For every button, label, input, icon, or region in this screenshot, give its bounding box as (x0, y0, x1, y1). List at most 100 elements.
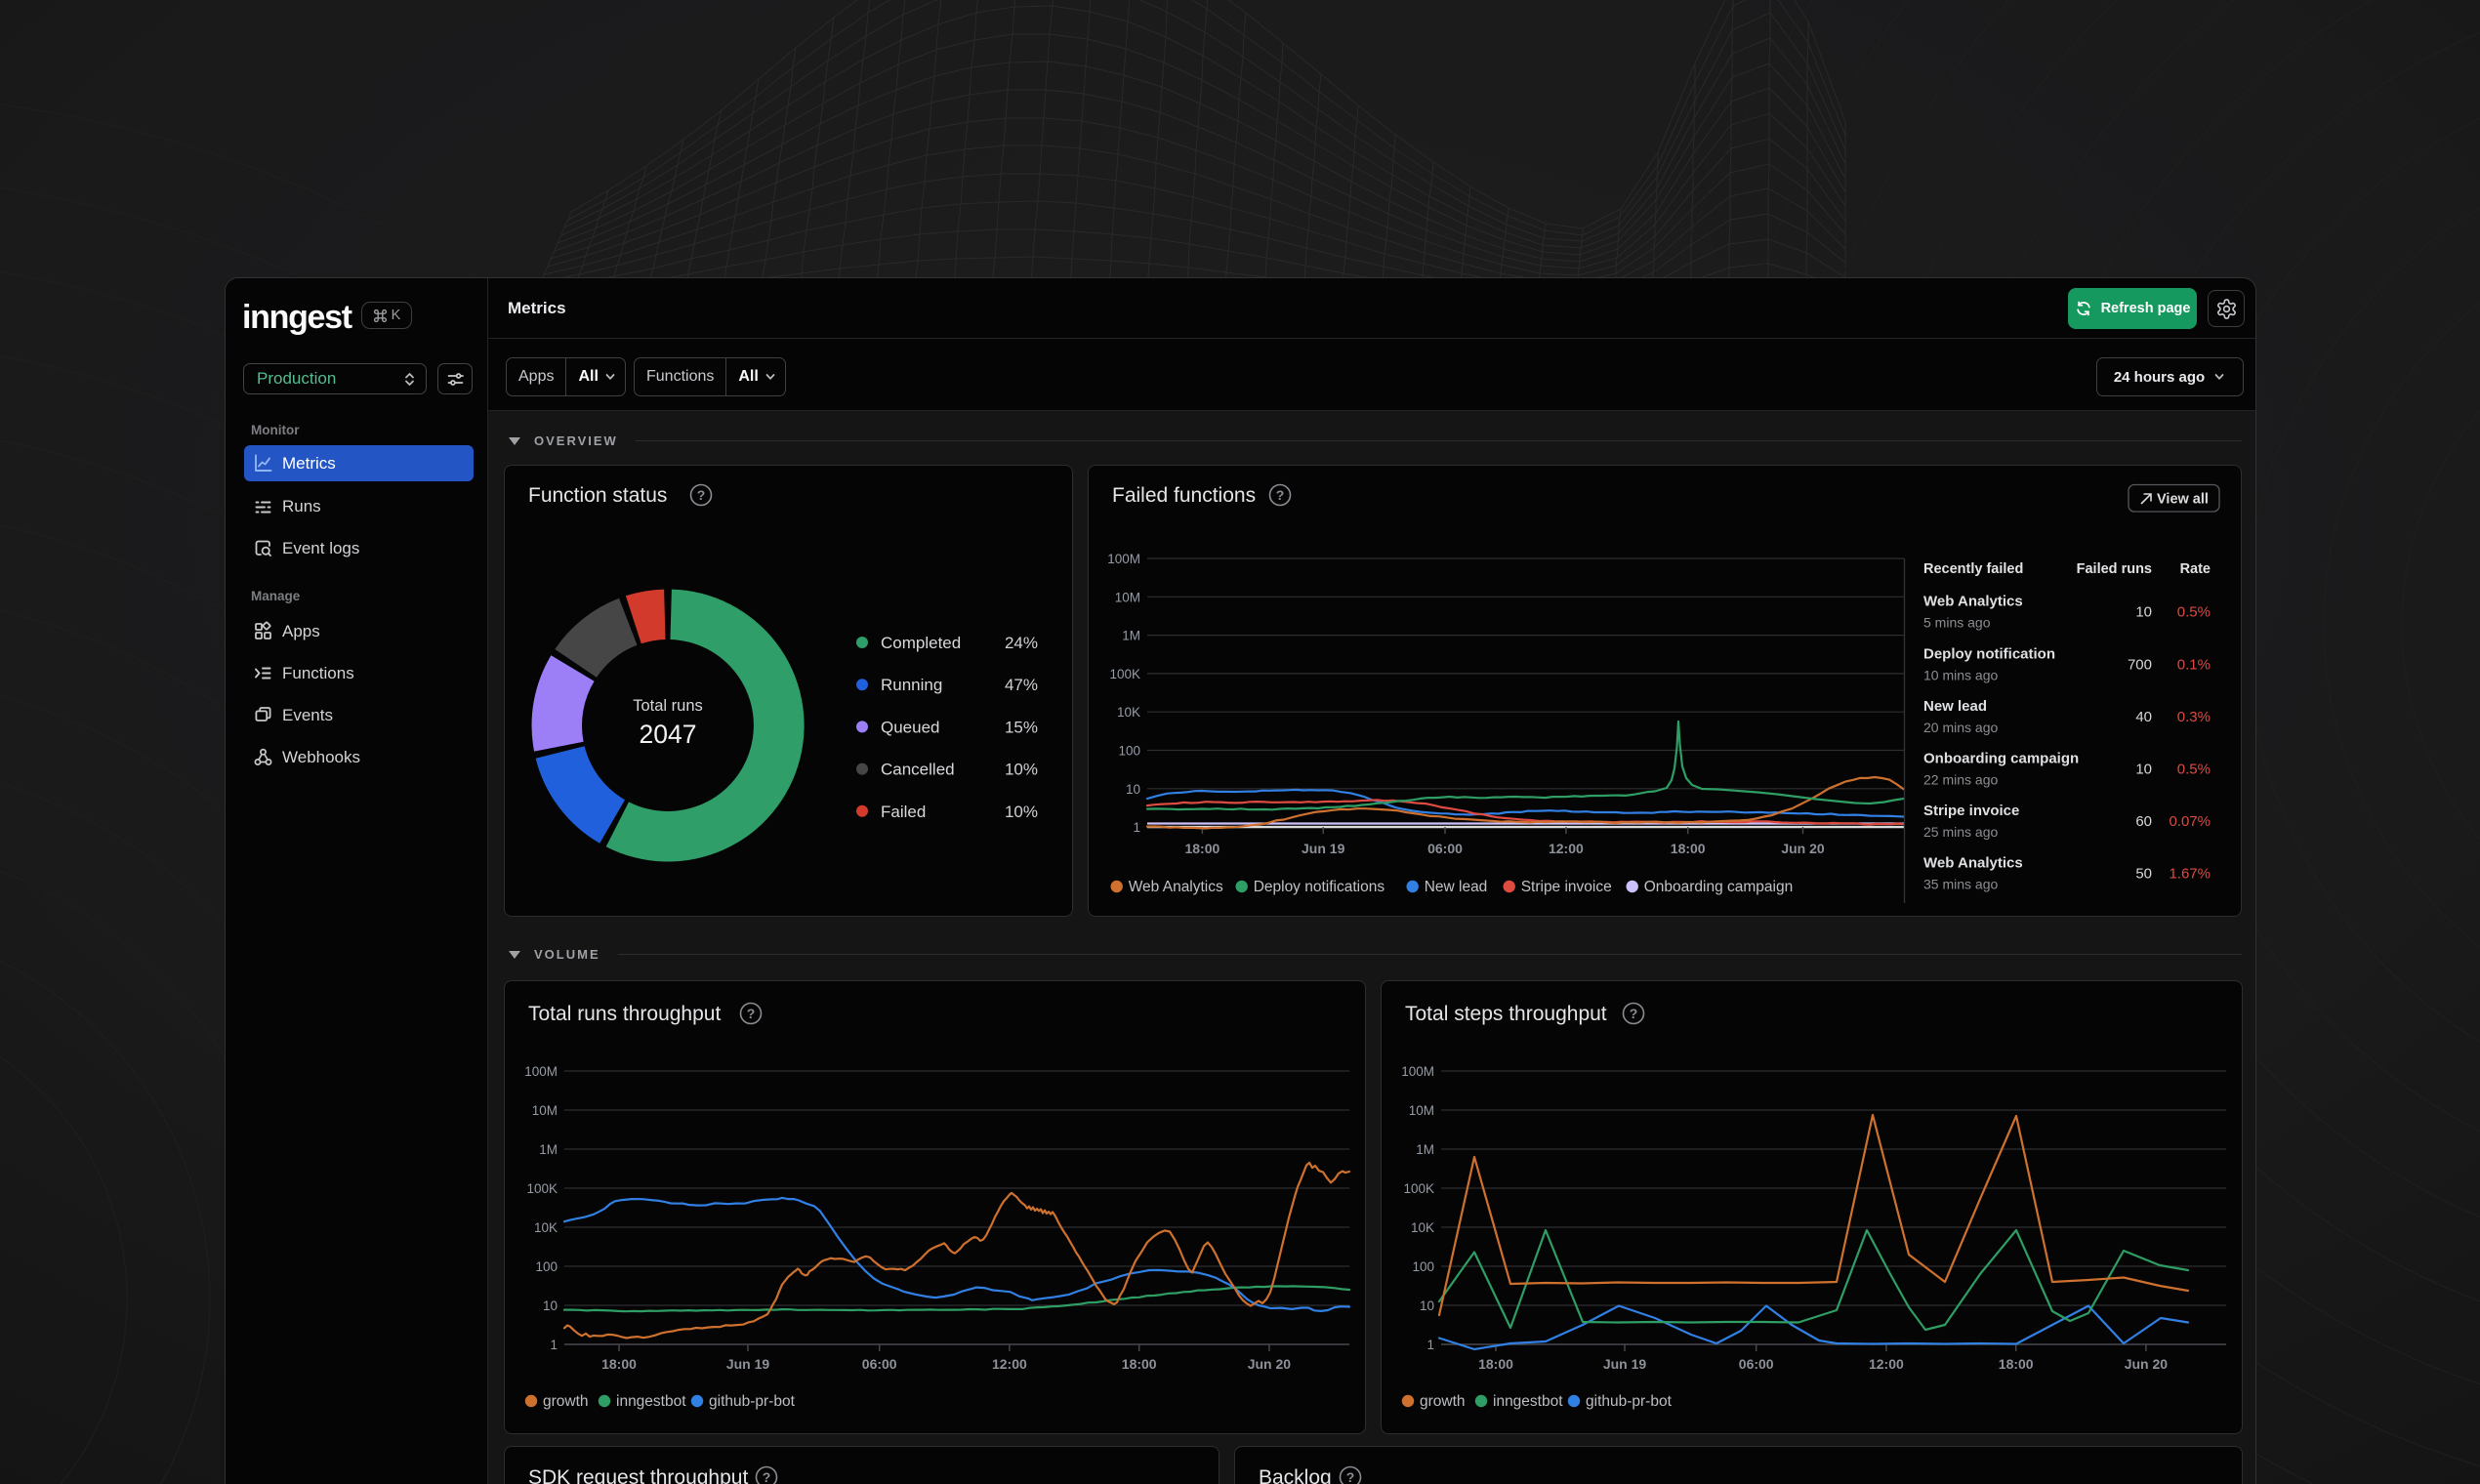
svg-text:12:00: 12:00 (1549, 841, 1584, 856)
svg-text:0.1%: 0.1% (2177, 656, 2211, 673)
svg-text:1: 1 (550, 1338, 558, 1352)
svg-text:inngestbot: inngestbot (616, 1393, 686, 1410)
svg-text:Deploy notifications: Deploy notifications (1254, 879, 1385, 895)
svg-text:Jun 20: Jun 20 (1781, 841, 1825, 856)
svg-text:10M: 10M (1115, 590, 1140, 604)
svg-text:Function status: Function status (528, 484, 667, 507)
svg-text:0.5%: 0.5% (2177, 762, 2211, 778)
svg-text:5 mins ago: 5 mins ago (1923, 615, 1991, 631)
svg-text:100: 100 (535, 1259, 558, 1274)
svg-text:?: ? (1630, 1006, 1638, 1021)
svg-text:1M: 1M (1416, 1142, 1434, 1157)
svg-text:100M: 100M (1401, 1064, 1434, 1079)
svg-text:?: ? (1276, 487, 1285, 503)
svg-text:50: 50 (2135, 866, 2152, 883)
svg-text:15%: 15% (1005, 718, 1038, 736)
svg-text:Total steps throughput: Total steps throughput (1405, 1003, 1607, 1025)
svg-text:40: 40 (2135, 709, 2152, 725)
svg-text:1M: 1M (1122, 629, 1140, 643)
svg-text:1.67%: 1.67% (2169, 866, 2211, 883)
svg-text:github-pr-bot: github-pr-bot (1586, 1393, 1673, 1410)
svg-text:Deploy notification: Deploy notification (1923, 645, 2055, 662)
svg-text:06:00: 06:00 (1739, 1356, 1774, 1372)
svg-text:?: ? (1346, 1469, 1355, 1484)
svg-text:100K: 100K (526, 1181, 558, 1196)
svg-text:Jun 19: Jun 19 (1603, 1356, 1647, 1372)
svg-text:Total runs throughput: Total runs throughput (528, 1003, 721, 1025)
svg-text:Jun 19: Jun 19 (1302, 841, 1345, 856)
svg-text:1: 1 (1426, 1338, 1434, 1352)
svg-text:Rate: Rate (2180, 561, 2211, 577)
svg-text:10K: 10K (1411, 1220, 1434, 1235)
svg-text:0.5%: 0.5% (2177, 604, 2211, 621)
svg-text:1: 1 (1133, 820, 1140, 835)
svg-text:60: 60 (2135, 813, 2152, 830)
svg-text:Failed runs: Failed runs (2077, 561, 2152, 577)
svg-text:?: ? (763, 1469, 771, 1484)
svg-text:View all: View all (2157, 492, 2209, 508)
svg-text:Web Analytics: Web Analytics (1923, 594, 2023, 610)
svg-text:Completed: Completed (881, 634, 961, 652)
svg-text:Cancelled: Cancelled (881, 761, 955, 779)
svg-text:10: 10 (2135, 604, 2152, 621)
svg-text:Onboarding campaign: Onboarding campaign (1644, 879, 1794, 895)
svg-text:Running: Running (881, 676, 942, 694)
svg-text:100K: 100K (1403, 1181, 1434, 1196)
svg-text:SDK request throughput: SDK request throughput (528, 1466, 748, 1484)
svg-text:1M: 1M (539, 1142, 558, 1157)
svg-text:47%: 47% (1005, 676, 1038, 694)
svg-text:Jun 20: Jun 20 (2125, 1356, 2169, 1372)
svg-text:24%: 24% (1005, 634, 1038, 652)
svg-text:New lead: New lead (1923, 698, 1987, 715)
svg-text:18:00: 18:00 (1122, 1356, 1157, 1372)
svg-text:growth: growth (543, 1393, 589, 1410)
svg-text:20 mins ago: 20 mins ago (1923, 720, 1998, 735)
svg-text:2047: 2047 (640, 720, 697, 749)
svg-text:Web Analytics: Web Analytics (1129, 879, 1223, 895)
svg-text:10: 10 (1420, 1298, 1434, 1313)
svg-text:06:00: 06:00 (862, 1356, 897, 1372)
svg-text:10M: 10M (1409, 1103, 1434, 1118)
svg-text:Failed functions: Failed functions (1112, 484, 1256, 507)
svg-text:10M: 10M (532, 1103, 558, 1118)
svg-text:10%: 10% (1005, 803, 1038, 821)
svg-text:35 mins ago: 35 mins ago (1923, 877, 1998, 892)
svg-text:Web Analytics: Web Analytics (1923, 855, 2023, 872)
svg-text:?: ? (697, 487, 706, 503)
svg-text:12:00: 12:00 (992, 1356, 1027, 1372)
svg-text:700: 700 (2128, 656, 2152, 673)
svg-text:18:00: 18:00 (1671, 841, 1706, 856)
svg-text:06:00: 06:00 (1427, 841, 1463, 856)
svg-text:Recently failed: Recently failed (1923, 561, 2023, 577)
svg-text:inngestbot: inngestbot (1493, 1393, 1563, 1410)
svg-text:0.3%: 0.3% (2177, 709, 2211, 725)
svg-text:Jun 20: Jun 20 (1248, 1356, 1292, 1372)
svg-text:18:00: 18:00 (1999, 1356, 2034, 1372)
svg-text:Onboarding campaign: Onboarding campaign (1923, 751, 2079, 767)
svg-text:25 mins ago: 25 mins ago (1923, 824, 1998, 840)
svg-text:10 mins ago: 10 mins ago (1923, 667, 1998, 682)
svg-text:growth: growth (1420, 1393, 1466, 1410)
svg-text:github-pr-bot: github-pr-bot (709, 1393, 796, 1410)
svg-text:Queued: Queued (881, 718, 940, 736)
svg-text:Stripe invoice: Stripe invoice (1923, 803, 2019, 819)
svg-text:100K: 100K (1109, 667, 1140, 681)
svg-text:10: 10 (2135, 762, 2152, 778)
svg-text:100: 100 (1118, 744, 1140, 759)
svg-text:10: 10 (1126, 782, 1140, 797)
svg-text:New lead: New lead (1425, 879, 1488, 895)
svg-text:100M: 100M (524, 1064, 558, 1079)
svg-text:10K: 10K (1117, 705, 1140, 720)
svg-text:18:00: 18:00 (1478, 1356, 1513, 1372)
svg-text:100: 100 (1412, 1259, 1434, 1274)
svg-text:22 mins ago: 22 mins ago (1923, 772, 1998, 788)
svg-text:12:00: 12:00 (1869, 1356, 1904, 1372)
svg-text:?: ? (747, 1006, 756, 1021)
svg-text:Jun 19: Jun 19 (726, 1356, 770, 1372)
svg-text:18:00: 18:00 (601, 1356, 637, 1372)
svg-text:Backlog: Backlog (1259, 1466, 1332, 1484)
svg-text:10%: 10% (1005, 761, 1038, 779)
svg-text:10: 10 (543, 1298, 558, 1313)
svg-text:0.07%: 0.07% (2169, 813, 2211, 830)
svg-text:18:00: 18:00 (1184, 841, 1219, 856)
